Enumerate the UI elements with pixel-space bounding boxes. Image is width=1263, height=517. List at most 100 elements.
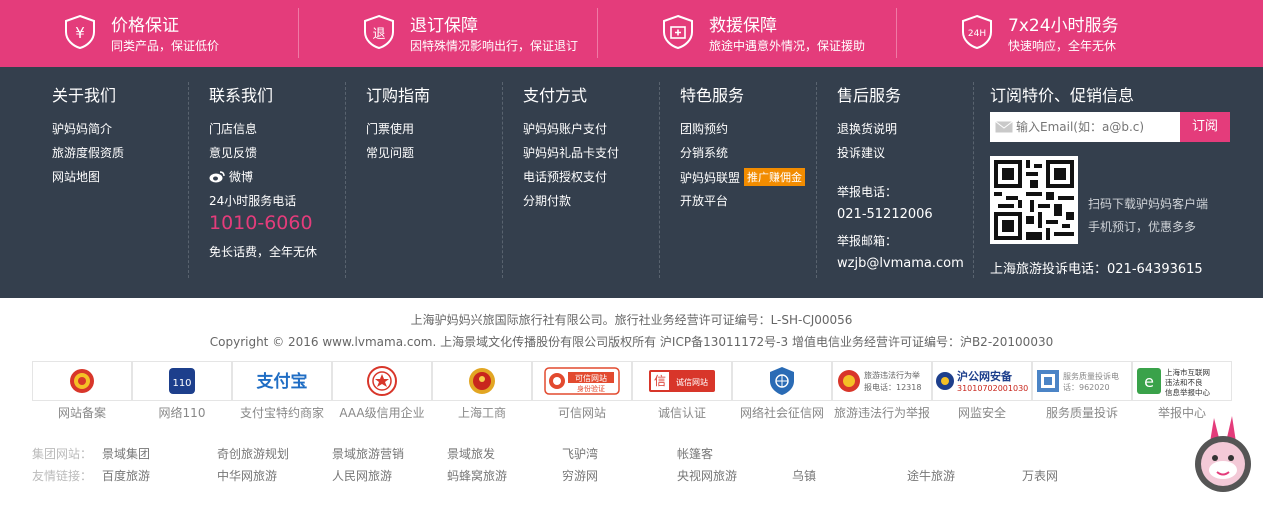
- aftersale-column: 售后服务 退换货说明 投诉建议 举报电话： 021-51212006 举报邮箱：…: [837, 82, 974, 278]
- badge-social-credit[interactable]: [732, 361, 832, 401]
- link-phone-preauth-pay[interactable]: 电话预授权支付: [523, 168, 607, 185]
- friend-link[interactable]: 乌镇: [792, 467, 816, 484]
- report-center-icon: e 上海市互联网 违法和不良 信息举报中心: [1137, 367, 1210, 397]
- friend-link[interactable]: 途牛旅游: [907, 467, 955, 484]
- link-feedback[interactable]: 意见反馈: [209, 144, 257, 161]
- friend-link[interactable]: 央视网旅游: [677, 467, 737, 484]
- link-faq[interactable]: 常见问题: [366, 144, 414, 161]
- friend-link[interactable]: 中华网旅游: [217, 467, 277, 484]
- yuan-shield-icon: ¥: [65, 14, 95, 50]
- group-site-link[interactable]: 景域集团: [102, 445, 150, 462]
- link-ticket-usage[interactable]: 门票使用: [366, 120, 414, 137]
- badge-net-police[interactable]: 沪公网安备 31010702001030: [932, 361, 1032, 401]
- link-return-policy[interactable]: 退换货说明: [837, 120, 897, 137]
- police-emblem-icon: [70, 369, 94, 393]
- link-sitemap[interactable]: 网站地图: [52, 168, 100, 185]
- link-giftcard-pay[interactable]: 驴妈妈礼品卡支付: [523, 144, 619, 161]
- badge-label[interactable]: 网监安全: [932, 404, 1032, 421]
- net-police-icon: 沪公网安备 31010702001030: [936, 369, 1028, 393]
- friend-link[interactable]: 蚂蜂窝旅游: [447, 467, 507, 484]
- badge-alipay[interactable]: 支付宝: [232, 361, 332, 401]
- guarantee-rescue: 救援保障 旅途中遇意外情况，保证援助: [598, 0, 897, 67]
- friend-link[interactable]: 百度旅游: [102, 467, 150, 484]
- badge-integrity[interactable]: 信 诚信网站: [632, 361, 732, 401]
- group-site-link[interactable]: 帐篷客: [677, 445, 713, 462]
- badge-label[interactable]: 服务质量投诉: [1032, 404, 1132, 421]
- friend-link[interactable]: 人民网旅游: [332, 467, 392, 484]
- badge-label[interactable]: AAA级信用企业: [332, 404, 432, 421]
- complaint-hotline: 上海旅游投诉电话：021-64393615: [990, 262, 1203, 277]
- badge-service-complaint[interactable]: 服务质量投诉电 话：962020: [1032, 361, 1132, 401]
- trusted-site-icon: 可信网站 身份验证: [544, 367, 620, 395]
- svg-text:24H: 24H: [968, 29, 986, 39]
- badge-subtext: 话：962020: [1063, 382, 1110, 392]
- guide-column: 订购指南 门票使用 常见问题: [366, 82, 503, 278]
- link-about-intro[interactable]: 驴妈妈简介: [52, 120, 112, 137]
- friend-link[interactable]: 穷游网: [562, 467, 598, 484]
- badge-aaa-credit[interactable]: [332, 361, 432, 401]
- group-site-link[interactable]: 奇创旅游规划: [217, 445, 289, 462]
- link-alliance[interactable]: 驴妈妈联盟 推广赚佣金: [680, 168, 806, 186]
- badge-label[interactable]: 网络110: [132, 404, 232, 421]
- link-group-buy[interactable]: 团购预约: [680, 120, 728, 137]
- guarantee-service: 24H 7x24小时服务 快速响应，全年无休: [897, 0, 1196, 67]
- badge-tourism-report[interactable]: 旅游违法行为举 报电话：12318: [832, 361, 932, 401]
- column-title: 关于我们: [52, 86, 117, 105]
- link-qualification[interactable]: 旅游度假资质: [52, 144, 124, 161]
- link-open-platform[interactable]: 开放平台: [680, 192, 728, 209]
- link-installment[interactable]: 分期付款: [523, 192, 571, 209]
- guarantee-title: 救援保障: [709, 16, 777, 36]
- globe-shield-icon: [770, 367, 794, 395]
- badge-label[interactable]: 旅游违法行为举报: [832, 404, 932, 421]
- badge-text: 可信网站: [575, 373, 607, 383]
- report-phone: 021-51212006: [837, 207, 933, 222]
- column-title: 订购指南: [366, 86, 431, 105]
- subscribe-button[interactable]: 订阅: [1180, 112, 1230, 142]
- badge-label[interactable]: 网站备案: [32, 404, 132, 421]
- badge-sh-commerce[interactable]: [432, 361, 532, 401]
- guarantee-subtitle: 快速响应，全年无休: [1008, 39, 1117, 53]
- hotline-note: 免长话费，全年无休: [209, 245, 318, 259]
- badge-label[interactable]: 上海工商: [432, 404, 532, 421]
- link-account-pay[interactable]: 驴妈妈账户支付: [523, 120, 607, 137]
- footer-links-panel: 关于我们 驴妈妈简介 旅游度假资质 网站地图 联系我们 门店信息 意见反馈 微博…: [0, 67, 1263, 298]
- guarantee-price: ¥ 价格保证 同类产品，保证低价: [0, 0, 299, 67]
- guarantee-title: 退订保障: [410, 16, 478, 36]
- link-distribution[interactable]: 分销系统: [680, 144, 728, 161]
- column-title: 特色服务: [680, 86, 745, 105]
- link-store-info[interactable]: 门店信息: [209, 120, 257, 137]
- group-site-link[interactable]: 景域旅游营销: [332, 445, 404, 462]
- donkey-mascot-icon[interactable]: [1190, 414, 1256, 496]
- badge-report-center[interactable]: e 上海市互联网 违法和不良 信息举报中心: [1132, 361, 1232, 401]
- group-site-link[interactable]: 飞驴湾: [562, 445, 598, 462]
- contact-column: 联系我们 门店信息 意见反馈 微博 24小时服务电话 1010-6060 免长话…: [209, 82, 346, 278]
- svg-text:退: 退: [372, 27, 385, 42]
- guarantee-subtitle: 因特殊情况影响出行，保证退订: [410, 39, 579, 53]
- group-sites-label: 集团网站：: [32, 447, 93, 461]
- alipay-logo-icon: 支付宝: [257, 371, 308, 392]
- link-complaints[interactable]: 投诉建议: [837, 144, 885, 161]
- badge-trusted-site[interactable]: 可信网站 身份验证: [532, 361, 632, 401]
- special-column: 特色服务 团购预约 分销系统 驴妈妈联盟 推广赚佣金 开放平台: [680, 82, 817, 278]
- badge-label[interactable]: 支付宝特约商家: [232, 404, 332, 421]
- email-input[interactable]: [1016, 112, 1176, 142]
- first-aid-shield-icon: [663, 14, 693, 50]
- badge-label[interactable]: 诚信认证: [632, 404, 732, 421]
- friend-link[interactable]: 万表网: [1022, 467, 1058, 484]
- column-title: 订阅特价、促销信息: [990, 86, 1135, 105]
- badge-label[interactable]: 可信网站: [532, 404, 632, 421]
- envelope-icon: [995, 121, 1013, 133]
- badge-subtext: 违法和不良: [1165, 377, 1203, 387]
- group-site-link[interactable]: 景域旅发: [447, 445, 495, 462]
- report-email[interactable]: wzjb@lvmama.com: [837, 256, 964, 271]
- license-line: 上海驴妈妈兴旅国际旅行社有限公司。旅行社业务经营许可证编号：L-SH-CJ000…: [410, 313, 853, 327]
- badge-site-record[interactable]: [32, 361, 132, 401]
- link-weibo[interactable]: 微博: [209, 168, 253, 185]
- badge-label[interactable]: 网络社会征信网: [732, 404, 832, 421]
- promo-tag: 推广赚佣金: [744, 168, 806, 186]
- guarantee-subtitle: 旅途中遇意外情况，保证援助: [709, 39, 866, 53]
- column-title: 联系我们: [209, 86, 274, 105]
- refund-shield-icon: 退: [364, 14, 394, 50]
- badge-net-110[interactable]: 110: [132, 361, 232, 401]
- badge-text: 沪公网安备: [957, 369, 1013, 383]
